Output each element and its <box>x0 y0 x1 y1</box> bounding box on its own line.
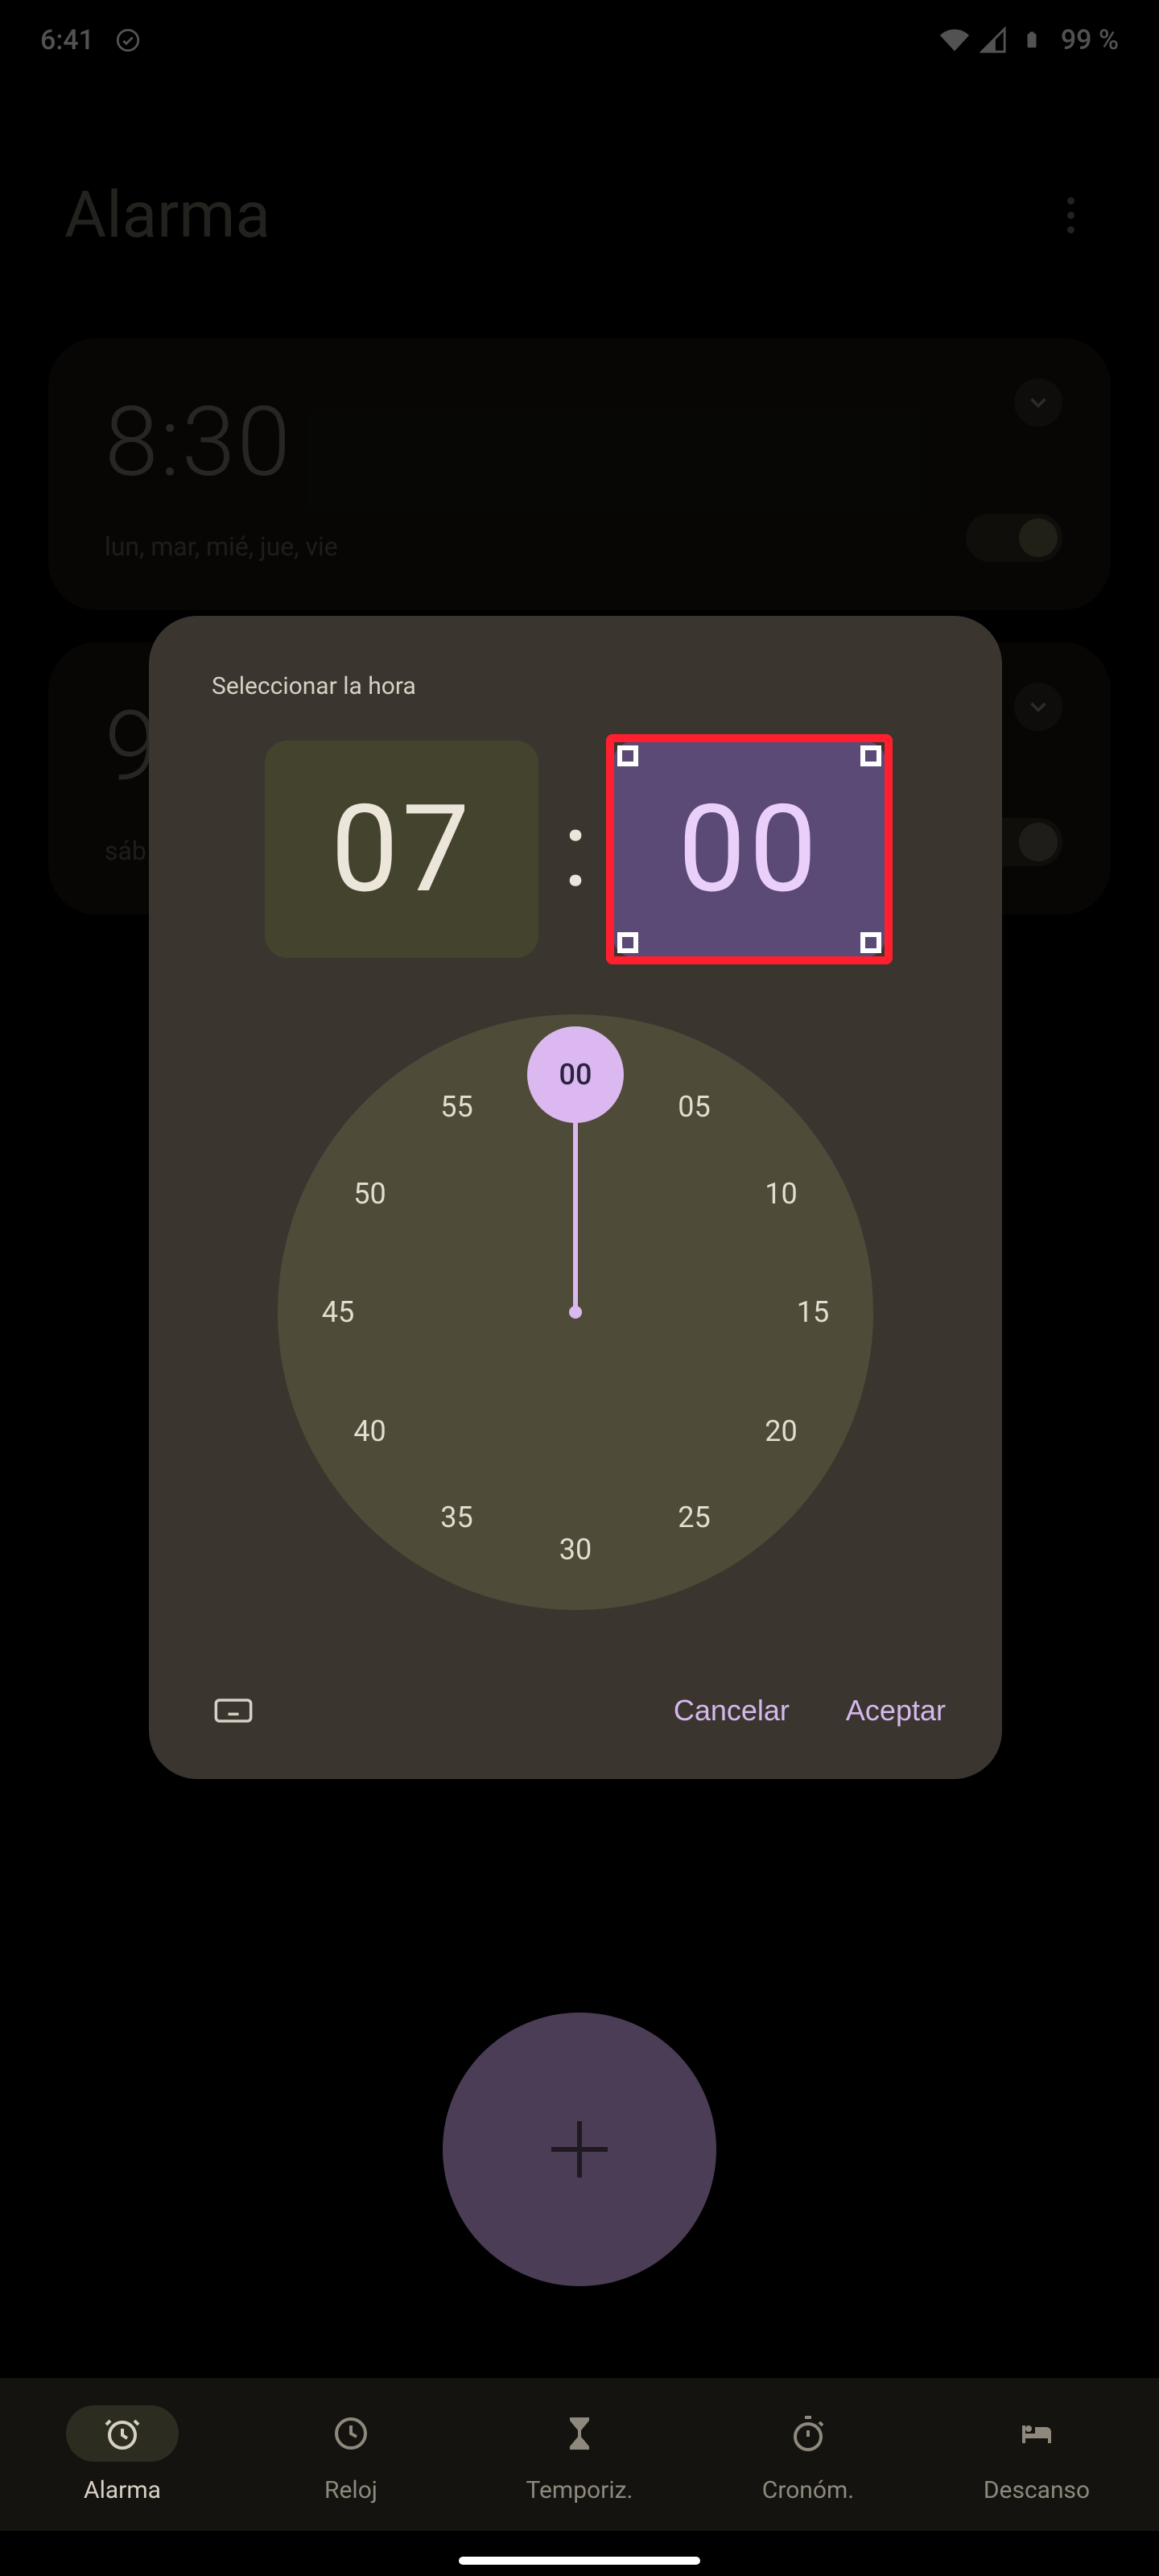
clock-selected-minute[interactable]: 00 <box>527 1026 624 1123</box>
clock-center-icon <box>569 1306 582 1319</box>
alarm-icon <box>66 2405 179 2462</box>
nav-item-temporiz[interactable]: Temporiz. <box>483 2405 676 2504</box>
analog-clock-face[interactable]: 00 05 10 15 20 25 30 35 40 45 50 55 <box>278 1014 873 1610</box>
time-display-row: 07 : 00 <box>197 741 954 958</box>
keyboard-icon <box>212 1690 254 1732</box>
clock-minute-tick[interactable]: 50 <box>338 1177 402 1211</box>
nav-item-label: Descanso <box>984 2476 1090 2504</box>
add-alarm-fab[interactable] <box>443 2013 716 2286</box>
clock-minute-tick[interactable]: 15 <box>781 1295 845 1329</box>
cancel-button[interactable]: Cancelar <box>674 1694 790 1728</box>
highlight-corner-icon <box>617 745 638 766</box>
nav-item-reloj[interactable]: Reloj <box>254 2405 448 2504</box>
clock-minute-tick[interactable]: 35 <box>425 1501 489 1534</box>
dialog-actions: Cancelar Aceptar <box>674 1694 946 1728</box>
time-colon: : <box>563 788 588 911</box>
minute-field[interactable]: 00 <box>612 741 886 958</box>
clock-minute-tick[interactable]: 05 <box>662 1090 727 1124</box>
clock-minute-tick[interactable]: 30 <box>543 1533 608 1567</box>
bottom-nav: Alarma Reloj Temporiz. Cronóm. Descanso <box>0 2378 1159 2531</box>
clock-minute-tick[interactable]: 40 <box>338 1414 402 1448</box>
clock-minute-tick[interactable]: 45 <box>306 1295 370 1329</box>
hour-field[interactable]: 07 <box>265 741 538 958</box>
time-picker-dialog: Seleccionar la hora 07 : 00 00 05 10 15 20 25… <box>149 616 1002 1779</box>
clock-minute-tick[interactable]: 25 <box>662 1501 727 1534</box>
nav-item-label: Cronóm. <box>762 2476 854 2504</box>
accept-button[interactable]: Aceptar <box>846 1694 946 1728</box>
bed-icon <box>980 2405 1093 2462</box>
nav-item-alarma[interactable]: Alarma <box>26 2405 219 2504</box>
nav-item-label: Reloj <box>324 2476 377 2504</box>
highlight-corner-icon <box>617 932 638 953</box>
analog-clock-wrap: 00 05 10 15 20 25 30 35 40 45 50 55 <box>197 1014 954 1610</box>
clock-minute-tick[interactable]: 10 <box>749 1177 813 1211</box>
nav-item-label: Temporiz. <box>526 2476 633 2504</box>
dialog-title: Seleccionar la hora <box>212 672 954 700</box>
highlight-corner-icon <box>860 932 881 953</box>
dialog-footer: Cancelar Aceptar <box>197 1682 954 1739</box>
nav-item-descanso[interactable]: Descanso <box>940 2405 1133 2504</box>
nav-item-cronóm[interactable]: Cronóm. <box>711 2405 905 2504</box>
clock-minute-tick[interactable]: 55 <box>425 1090 489 1124</box>
stopwatch-icon <box>752 2405 864 2462</box>
hourglass-icon <box>523 2405 636 2462</box>
keyboard-input-button[interactable] <box>205 1682 262 1739</box>
home-indicator[interactable] <box>459 2557 700 2565</box>
clock-minute-tick[interactable]: 20 <box>749 1414 813 1448</box>
minute-value: 00 <box>678 778 820 920</box>
clock-icon <box>295 2405 407 2462</box>
highlight-corner-icon <box>860 745 881 766</box>
plus-icon <box>577 2121 582 2178</box>
nav-item-label: Alarma <box>84 2476 161 2504</box>
